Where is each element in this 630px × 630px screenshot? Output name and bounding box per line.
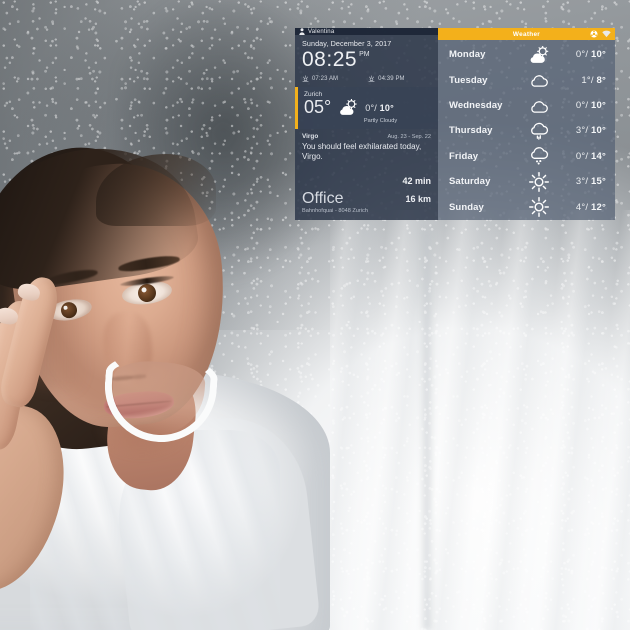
sunrise: 07:23 AM (302, 75, 338, 82)
forecast-low: 1°/ (581, 74, 594, 86)
cloudy-icon (531, 75, 548, 87)
forecast-row[interactable]: Monday 0°/ 10° (438, 42, 615, 67)
forecast-day: Sunday (449, 201, 484, 213)
forecast-temps: 0°/ 10° (565, 49, 606, 60)
forecast-high: 8° (596, 74, 606, 86)
forecast-day: Friday (449, 150, 479, 162)
forecast-icon-wrap (513, 72, 565, 88)
horoscope-widget[interactable]: Virgo Aug. 23 - Sep. 22 You should feel … (295, 129, 438, 166)
partly-cloudy-icon (340, 99, 358, 115)
smart-mirror-overlay: Valentina Sunday, December 3, 2017 08:25… (295, 28, 615, 220)
clock-widget[interactable]: Sunday, December 3, 2017 08:25 PM (295, 35, 438, 73)
forecast-list: Monday 0°/ 10° Tuesday 1°/ 8° Wednesday … (438, 40, 615, 220)
forecast-row[interactable]: Tuesday 1°/ 8° (438, 67, 615, 92)
forecast-high: 10° (591, 49, 606, 61)
forecast-temps: 3°/ 10° (565, 125, 606, 136)
local-hi-lo: 0°/ 10° (365, 103, 394, 113)
sunset-icon (368, 75, 375, 82)
sunrise-time: 07:23 AM (312, 75, 339, 82)
user-name: Valentina (308, 28, 335, 35)
weather-panel-header: Weather (438, 28, 615, 40)
accent-bar (295, 87, 298, 129)
horoscope-sign: Virgo (302, 133, 319, 140)
forecast-high: 12° (591, 201, 606, 213)
forecast-day: Thursday (449, 125, 493, 137)
forecast-row[interactable]: Thursday 3°/ 10° (438, 118, 615, 143)
settings-icon[interactable] (590, 30, 598, 38)
sun-times: 07:23 AM 04:39 PM (295, 73, 438, 87)
iris-right (136, 282, 158, 304)
forecast-day: Saturday (449, 176, 491, 188)
forecast-low: 4°/ (575, 201, 589, 213)
snow-icon (531, 147, 549, 165)
cloudy-icon (531, 100, 548, 113)
forecast-temps: 0°/ 14° (565, 151, 606, 162)
forecast-day: Wednesday (449, 100, 503, 112)
forecast-temps: 3°/ 15° (565, 176, 606, 187)
local-high: 10° (379, 102, 394, 113)
sunset-time: 04:39 PM (378, 75, 405, 82)
forecast-low: 3°/ (575, 176, 589, 188)
forecast-high: 14° (591, 150, 606, 162)
forecast-temps: 4°/ 12° (565, 202, 606, 213)
forecast-row[interactable]: Wednesday 0°/ 10° (438, 93, 615, 118)
forecast-high: 10° (591, 100, 606, 112)
forecast-day: Monday (449, 49, 486, 61)
forecast-row[interactable]: Friday 0°/ 14° (438, 144, 615, 169)
time-meridiem: PM (359, 51, 370, 58)
forecast-icon-wrap (513, 122, 565, 140)
dashboard-header[interactable]: Valentina (295, 28, 438, 35)
trip-distance: 16 km (405, 194, 431, 204)
horoscope-dates: Aug. 23 - Sep. 22 (387, 134, 431, 140)
local-weather-widget[interactable]: Zurich 05° 0°/ 10° Partly Cloudy (295, 87, 438, 129)
forecast-low: 0°/ (575, 150, 589, 162)
dashboard-panel: Valentina Sunday, December 3, 2017 08:25… (295, 28, 438, 220)
forecast-icon-wrap (513, 197, 565, 218)
forecast-icon-wrap (513, 98, 565, 114)
sunset: 04:39 PM (368, 75, 405, 82)
sunrise-icon (302, 75, 309, 82)
forecast-row[interactable]: Sunday 4°/ 12° (438, 195, 615, 220)
forecast-row[interactable]: Saturday 3°/ 15° (438, 169, 615, 194)
destination-address: Bahnhofquai - 8048 Zurich (302, 208, 368, 214)
forecast-temps: 0°/ 10° (565, 100, 606, 111)
navigation-widget[interactable]: Office 42 min 16 km Bahnhofquai - 8048 Z… (295, 166, 438, 220)
rain-icon (531, 122, 549, 140)
forecast-icon-wrap (513, 171, 565, 192)
weather-panel: Weather Monday 0°/ 10° Tuesday 1°/ 8° We… (438, 28, 615, 220)
forecast-low: 0°/ (575, 100, 589, 112)
sunny-icon (529, 171, 549, 192)
current-date: Sunday, December 3, 2017 (302, 39, 392, 48)
forecast-low: 0°/ (575, 49, 589, 61)
weather-header-icons (590, 28, 611, 40)
trip-stats: 42 min 16 km (402, 171, 431, 207)
forecast-icon-wrap (513, 147, 565, 165)
forecast-low: 3°/ (575, 125, 589, 137)
horoscope-text: You should feel exhilarated today, Virgo… (302, 142, 422, 161)
wifi-icon[interactable] (602, 30, 611, 38)
forecast-high: 10° (591, 125, 606, 137)
destination-name: Office (302, 190, 344, 207)
local-temperature: 05° (304, 97, 332, 117)
forecast-icon-wrap (513, 45, 565, 64)
screen: Valentina Sunday, December 3, 2017 08:25… (0, 0, 630, 630)
partly-cloudy-icon (530, 45, 549, 63)
sunny-icon (529, 197, 549, 218)
trip-duration: 42 min (402, 176, 431, 186)
weather-panel-title: Weather (512, 30, 541, 38)
forecast-high: 15° (591, 176, 606, 188)
forecast-temps: 1°/ 8° (565, 75, 606, 86)
local-low: 0°/ (365, 102, 377, 113)
current-time: 08:25 (302, 48, 358, 71)
forecast-day: Tuesday (449, 74, 488, 86)
local-condition: Partly Cloudy (363, 118, 398, 124)
person-icon (299, 28, 305, 35)
hand (0, 273, 128, 612)
